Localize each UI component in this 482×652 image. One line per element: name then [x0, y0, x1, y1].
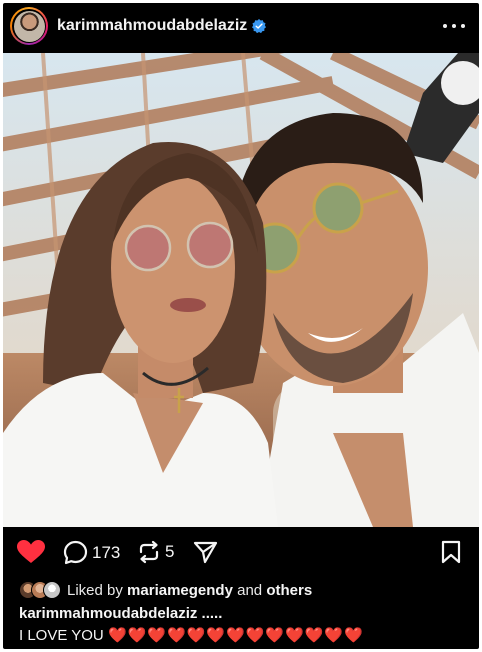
liked-by-user[interactable]: mariamegendy	[127, 582, 233, 599]
post-header: karimmahmoudabdelaziz	[3, 3, 479, 49]
caption-username[interactable]: karimmahmoudabdelaziz .....	[19, 605, 222, 622]
comment-bubble-icon	[63, 540, 88, 565]
more-dot	[461, 24, 465, 28]
post-actions: 173 5	[3, 531, 479, 571]
more-dot	[452, 24, 456, 28]
more-dot	[443, 24, 447, 28]
liker-avatars	[19, 581, 61, 599]
share-button[interactable]	[193, 540, 218, 564]
save-button[interactable]	[441, 540, 461, 564]
username[interactable]: karimmahmoudabdelaziz	[57, 17, 247, 35]
selfie-illustration	[3, 53, 479, 527]
avatar[interactable]	[13, 10, 45, 42]
caption-text: I LOVE YOU	[19, 627, 104, 644]
liked-by-and: and	[237, 581, 263, 599]
liked-by-prefix: Liked by	[67, 581, 123, 599]
repost-count: 5	[165, 542, 175, 561]
send-paper-plane-icon	[193, 541, 218, 564]
heart-filled-icon	[17, 540, 45, 563]
repost-button[interactable]: 5	[137, 540, 174, 564]
comment-button[interactable]: 173	[63, 540, 120, 565]
caption-hearts: ❤️❤️❤️❤️❤️❤️❤️❤️❤️❤️❤️❤️❤️	[107, 627, 364, 644]
caption-text-row: I LOVE YOU ❤️❤️❤️❤️❤️❤️❤️❤️❤️❤️❤️❤️❤️	[19, 626, 364, 644]
more-options-button[interactable]	[443, 17, 465, 35]
story-ring[interactable]	[10, 7, 48, 45]
liked-by-others[interactable]: others	[266, 582, 312, 599]
post-photo[interactable]	[3, 53, 479, 527]
verified-badge-icon	[252, 19, 267, 33]
instagram-post: karimmahmoudabdelaziz 173 5 Liked by mar…	[3, 3, 479, 649]
like-button[interactable]	[17, 540, 45, 564]
comment-count: 173	[92, 542, 121, 562]
liked-by-row[interactable]: Liked by mariamegendy and others	[19, 581, 312, 599]
repost-icon	[139, 540, 159, 564]
liker-avatar	[43, 581, 61, 599]
bookmark-icon	[441, 540, 461, 564]
